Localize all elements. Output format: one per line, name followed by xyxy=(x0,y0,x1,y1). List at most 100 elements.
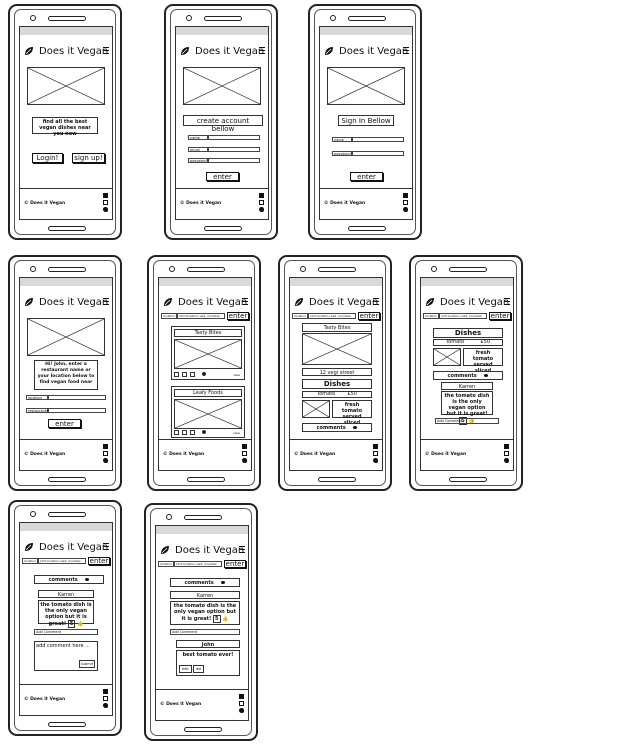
submit-button[interactable]: Submit xyxy=(78,660,95,668)
instagram-icon[interactable] xyxy=(403,200,408,205)
instagram-icon[interactable] xyxy=(239,701,244,706)
twitter-icon[interactable] xyxy=(373,458,378,463)
add-comment-input[interactable]: Add Comment xyxy=(34,629,98,635)
twitter-icon[interactable] xyxy=(242,458,247,463)
enter-button[interactable]: enter xyxy=(48,419,81,428)
name-input[interactable] xyxy=(352,137,404,142)
location-input[interactable]: 123 location road, mumbai xyxy=(308,313,356,319)
signup-button[interactable]: sign up! xyxy=(72,153,105,163)
add-comment-field[interactable]: Add Comment xyxy=(170,629,240,635)
password-input[interactable] xyxy=(352,151,404,156)
instagram-icon[interactable] xyxy=(103,451,108,456)
name-field[interactable]: name xyxy=(332,137,404,142)
password-input[interactable] xyxy=(208,158,260,163)
phone-sign-in: Does it Vegan Sign In Bellow name passwo… xyxy=(308,4,422,240)
instagram-icon[interactable] xyxy=(373,451,378,456)
enter-button[interactable]: enter xyxy=(350,172,383,181)
password-field[interactable]: password xyxy=(332,151,404,156)
camera-dot xyxy=(30,15,36,21)
twitter-icon[interactable] xyxy=(103,458,108,463)
hamburger-menu-icon[interactable] xyxy=(403,47,409,55)
location-input[interactable]: 123 location road, mumbai xyxy=(174,561,222,567)
email-input[interactable] xyxy=(208,147,260,152)
dishes-heading: Dishes xyxy=(433,328,503,338)
hamburger-menu-icon[interactable] xyxy=(103,543,109,551)
email-field[interactable]: email xyxy=(188,147,260,152)
hamburger-menu-icon[interactable] xyxy=(242,298,248,306)
hamburger-menu-icon[interactable] xyxy=(373,298,379,306)
camera-dot xyxy=(30,511,36,517)
login-button[interactable]: Login! xyxy=(32,153,63,163)
thumbs-up-icon[interactable]: 👍 xyxy=(222,616,228,622)
facebook-icon[interactable] xyxy=(103,193,108,198)
location-input[interactable] xyxy=(48,395,106,400)
add-comment-field[interactable]: Add Comment xyxy=(435,418,499,424)
comments-button[interactable]: comments xyxy=(34,575,104,584)
screen-home: Does it Vegan find all the best vegan di… xyxy=(19,26,113,220)
restaurant-card[interactable]: Leafy Foods view xyxy=(171,386,245,438)
field-label: password xyxy=(188,158,208,163)
location-input[interactable]: 123 location road, mumbai xyxy=(439,313,487,319)
hamburger-menu-icon[interactable] xyxy=(239,546,245,554)
facebook-icon[interactable] xyxy=(103,444,108,449)
add-comment-input[interactable]: Add Comment xyxy=(170,629,240,635)
facebook-icon[interactable] xyxy=(239,694,244,699)
thumbs-up-icon[interactable]: 👍 xyxy=(77,621,83,627)
location-input[interactable]: 123 location road, mumbai xyxy=(38,558,86,564)
password-field[interactable]: password xyxy=(188,158,260,163)
enter-button[interactable]: enter xyxy=(224,560,246,568)
enter-button[interactable]: enter xyxy=(489,312,511,320)
restaurant-card[interactable]: Tasty Bites view xyxy=(171,326,245,380)
comment-icon[interactable] xyxy=(202,430,206,434)
facebook-icon[interactable] xyxy=(242,444,247,449)
twitter-icon[interactable] xyxy=(259,207,264,212)
enter-button[interactable]: enter xyxy=(88,557,110,565)
comments-button[interactable]: comments xyxy=(433,371,503,380)
restaurant-input[interactable] xyxy=(48,408,106,413)
dislike-icon[interactable] xyxy=(190,372,195,377)
instagram-icon[interactable] xyxy=(103,200,108,205)
instagram-icon[interactable] xyxy=(242,451,247,456)
comments-button[interactable]: comments xyxy=(170,578,240,587)
twitter-icon[interactable] xyxy=(103,703,108,708)
facebook-icon[interactable] xyxy=(259,193,264,198)
twitter-icon[interactable] xyxy=(239,708,244,713)
app-title: Does it Vegan xyxy=(175,545,245,556)
hamburger-menu-icon[interactable] xyxy=(504,298,510,306)
add-comment-input[interactable]: Add Comment xyxy=(435,418,499,424)
view-link[interactable]: view xyxy=(233,430,240,436)
instagram-icon[interactable] xyxy=(504,451,509,456)
like-icon[interactable] xyxy=(182,430,187,435)
comment-draft-textarea[interactable]: add comment here ... Submit xyxy=(34,641,98,671)
restaurant-field[interactable]: restaurants xyxy=(26,408,106,413)
location-input[interactable]: 123 location road, mumbai xyxy=(177,313,225,319)
comments-button[interactable]: comments xyxy=(302,423,372,432)
enter-button[interactable]: enter xyxy=(206,172,239,181)
instagram-icon[interactable] xyxy=(259,200,264,205)
facebook-icon[interactable] xyxy=(504,444,509,449)
twitter-icon[interactable] xyxy=(103,207,108,212)
home-bar xyxy=(184,727,222,732)
hamburger-menu-icon[interactable] xyxy=(103,47,109,55)
app-title: Does it Vegan xyxy=(440,297,510,308)
instagram-icon[interactable] xyxy=(103,696,108,701)
facebook-icon[interactable] xyxy=(403,193,408,198)
add-comment-field[interactable]: Add Comment xyxy=(34,629,98,635)
enter-button[interactable]: enter xyxy=(358,312,380,320)
facebook-icon[interactable] xyxy=(103,689,108,694)
location-field[interactable]: location xyxy=(26,395,106,400)
delete-button[interactable]: del xyxy=(193,665,205,673)
dislike-icon[interactable] xyxy=(190,430,195,435)
comment-icon[interactable] xyxy=(202,372,206,376)
hamburger-menu-icon[interactable] xyxy=(259,47,265,55)
name-field[interactable]: name xyxy=(188,135,260,140)
enter-button[interactable]: enter xyxy=(227,312,249,320)
hamburger-menu-icon[interactable] xyxy=(103,298,109,306)
twitter-icon[interactable] xyxy=(403,207,408,212)
twitter-icon[interactable] xyxy=(504,458,509,463)
view-link[interactable]: view xyxy=(233,372,240,378)
edit-button[interactable]: edit xyxy=(179,665,192,673)
name-input[interactable] xyxy=(208,135,260,140)
like-icon[interactable] xyxy=(182,372,187,377)
facebook-icon[interactable] xyxy=(373,444,378,449)
